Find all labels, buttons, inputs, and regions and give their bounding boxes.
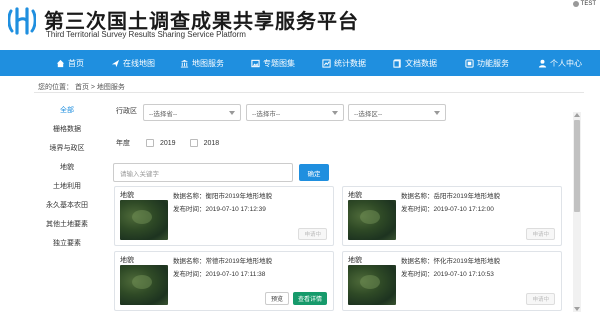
- data-card[interactable]: 地貌 数据名称：常德市2019年地形地貌 发布时间：2019-07-10 17:…: [114, 251, 334, 311]
- sidebar-item-raster[interactable]: 栅格数据: [34, 119, 100, 138]
- card-data-name: 数据名称：常德市2019年地形地貌: [173, 258, 272, 265]
- year-2018-checkbox[interactable]: [189, 139, 198, 147]
- region-filter-row: 行政区: [116, 106, 137, 116]
- card-publish-time: 发布时间：2019-07-10 17:11:38: [173, 271, 266, 278]
- card-type: 地貌: [348, 192, 362, 199]
- card-info: 数据名称：常德市2019年地形地貌 发布时间：2019-07-10 17:11:…: [173, 255, 272, 281]
- nav-map-service[interactable]: 地图服务: [166, 50, 238, 76]
- year-2018-label: 2018: [203, 139, 220, 147]
- district-select-value: --选择区--: [354, 110, 383, 118]
- chevron-down-icon: [229, 110, 235, 115]
- card-actions: 申请中: [298, 228, 327, 240]
- nav-label: 专题图集: [263, 58, 295, 68]
- building-icon: [180, 59, 189, 68]
- category-sidebar: 全部 栅格数据 境界与政区 地貌 土地利用 永久基本农田 其他土地要素 独立要素: [34, 100, 100, 252]
- view-details-button[interactable]: 查看详情: [292, 292, 327, 305]
- site-subtitle: Third Territorial Survey Results Sharing…: [46, 30, 246, 39]
- card-type: 地貌: [120, 192, 134, 199]
- terrain-thumbnail[interactable]: [120, 200, 168, 240]
- year-2019-checkbox[interactable]: [146, 139, 154, 147]
- sidebar-item-boundary[interactable]: 境界与政区: [34, 138, 100, 157]
- year-filter-row: 年度 2019 2018: [116, 138, 219, 148]
- document-icon: [393, 58, 402, 68]
- main-nav: 首页 在线地图 地图服务 专题图集 统计数据 文档数据 功能服务 个人中心: [0, 50, 600, 76]
- confirm-button[interactable]: 确定: [299, 164, 329, 181]
- terrain-thumbnail[interactable]: [348, 200, 396, 240]
- album-icon: [251, 59, 260, 68]
- nav-label: 首页: [68, 58, 84, 68]
- nav-personal-center[interactable]: 个人中心: [524, 50, 596, 76]
- card-actions: 预览 查看详情: [264, 292, 327, 305]
- card-data-name: 数据名称：衡阳市2019年地形地貌: [173, 193, 272, 200]
- card-type: 地貌: [120, 257, 134, 264]
- sidebar-item-land-use[interactable]: 土地利用: [34, 176, 100, 195]
- breadcrumb-divider: [34, 92, 584, 93]
- card-info: 数据名称：岳阳市2019年地形地貌 发布时间：2019-07-10 17:12:…: [401, 190, 500, 216]
- card-publish-time: 发布时间：2019-07-10 17:12:00: [401, 206, 494, 213]
- card-type: 地貌: [348, 257, 362, 264]
- nav-label: 统计数据: [334, 58, 366, 68]
- nav-statistics[interactable]: 统计数据: [308, 50, 380, 76]
- preview-button[interactable]: 预览: [264, 292, 289, 305]
- nav-thematic-atlas[interactable]: 专题图集: [238, 50, 308, 76]
- nav-label: 在线地图: [123, 58, 155, 68]
- card-actions: 申请中: [526, 293, 555, 305]
- tools-icon: [465, 58, 474, 68]
- chevron-down-icon: [332, 110, 338, 115]
- plane-icon: [111, 59, 120, 68]
- chart-icon: [322, 58, 331, 68]
- city-select-value: --选择市--: [252, 110, 281, 118]
- region-label: 行政区: [116, 108, 137, 115]
- user-name: TEST: [580, 1, 596, 7]
- card-actions: 申请中: [526, 228, 555, 240]
- breadcrumb: 您的位置： 首页 > 地图服务: [38, 84, 125, 91]
- card-publish-time: 发布时间：2019-07-10 17:10:53: [401, 271, 494, 278]
- year-2019-label: 2019: [160, 139, 176, 147]
- province-select-value: --选择省--: [149, 110, 178, 118]
- scroll-up-icon[interactable]: [574, 113, 580, 117]
- search-placeholder: 请输入关键字: [120, 170, 159, 178]
- keyword-search-input[interactable]: 请输入关键字: [113, 163, 293, 182]
- scroll-down-icon[interactable]: [574, 307, 580, 311]
- year-label: 年度: [116, 140, 130, 147]
- nav-label: 功能服务: [477, 58, 509, 68]
- card-data-name: 数据名称：岳阳市2019年地形地貌: [401, 193, 500, 200]
- district-select[interactable]: --选择区--: [348, 104, 446, 121]
- terrain-thumbnail[interactable]: [120, 265, 168, 305]
- content-scrollbar[interactable]: [573, 112, 581, 312]
- sidebar-item-other-land[interactable]: 其他土地要素: [34, 214, 100, 233]
- card-info: 数据名称：怀化市2019年地形地貌 发布时间：2019-07-10 17:10:…: [401, 255, 500, 281]
- nav-online-map[interactable]: 在线地图: [100, 50, 166, 76]
- sidebar-item-independent[interactable]: 独立要素: [34, 233, 100, 252]
- nav-functions[interactable]: 功能服务: [450, 50, 524, 76]
- user-menu[interactable]: TEST: [572, 1, 596, 7]
- home-icon: [56, 59, 65, 68]
- platform-logo-icon: [8, 7, 36, 35]
- card-data-name: 数据名称：怀化市2019年地形地貌: [401, 258, 500, 265]
- sidebar-item-farmland[interactable]: 永久基本农田: [34, 195, 100, 214]
- user-icon: [572, 1, 579, 7]
- applying-button[interactable]: 申请中: [298, 228, 327, 240]
- card-info: 数据名称：衡阳市2019年地形地貌 发布时间：2019-07-10 17:12:…: [173, 190, 272, 216]
- nav-home[interactable]: 首页: [40, 50, 100, 76]
- chevron-down-icon: [434, 110, 440, 115]
- data-card[interactable]: 地貌 数据名称：怀化市2019年地形地貌 发布时间：2019-07-10 17:…: [342, 251, 562, 311]
- terrain-thumbnail[interactable]: [348, 265, 396, 305]
- card-publish-time: 发布时间：2019-07-10 17:12:39: [173, 206, 266, 213]
- sidebar-item-landform[interactable]: 地貌: [34, 157, 100, 176]
- city-select[interactable]: --选择市--: [246, 104, 344, 121]
- nav-documents[interactable]: 文档数据: [380, 50, 450, 76]
- data-card[interactable]: 地貌 数据名称：岳阳市2019年地形地貌 发布时间：2019-07-10 17:…: [342, 186, 562, 246]
- site-header: 第三次国土调查成果共享服务平台 Third Territorial Survey…: [0, 0, 600, 46]
- data-card[interactable]: 地貌 数据名称：衡阳市2019年地形地貌 发布时间：2019-07-10 17:…: [114, 186, 334, 246]
- province-select[interactable]: --选择省--: [143, 104, 241, 121]
- applying-button[interactable]: 申请中: [526, 293, 555, 305]
- nav-label: 个人中心: [550, 58, 582, 68]
- applying-button[interactable]: 申请中: [526, 228, 555, 240]
- person-icon: [538, 59, 547, 68]
- sidebar-item-all[interactable]: 全部: [34, 100, 100, 119]
- scrollbar-thumb[interactable]: [574, 120, 580, 212]
- nav-label: 地图服务: [192, 58, 224, 68]
- nav-label: 文档数据: [405, 58, 437, 68]
